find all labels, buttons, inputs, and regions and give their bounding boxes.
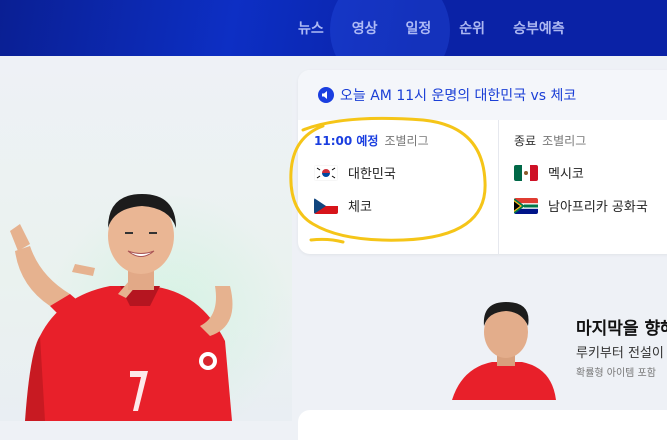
nav-item-prediction[interactable]: 승부예측: [513, 18, 565, 38]
notice-text: 오늘 AM 11시 운명의 대한민국 vs 체코: [340, 88, 577, 104]
mexico-flag-icon: [514, 164, 538, 181]
match-league: 조별리그: [542, 134, 587, 148]
promo-banner[interactable]: 마지막을 향해 루키부터 전설이 확률형 아이템 포함: [452, 296, 667, 400]
highlight-annotation: [289, 116, 487, 244]
nav-item-video[interactable]: 영상: [352, 18, 378, 38]
main-nav: 뉴스 영상 일정 순위 승부예측: [298, 0, 593, 56]
team-row: 멕시코: [514, 163, 648, 182]
promo-subtitle: 루키부터 전설이: [576, 346, 664, 361]
nav-item-news[interactable]: 뉴스: [298, 18, 324, 38]
team-name: 멕시코: [548, 167, 584, 182]
top-nav-bar: 뉴스 영상 일정 순위 승부예측: [0, 0, 667, 56]
player-image: [10, 194, 233, 421]
nav-item-schedule[interactable]: 일정: [406, 18, 432, 38]
bottom-card: [298, 410, 667, 440]
promo-player-image: [452, 302, 556, 400]
promo-title: 마지막을 향해: [576, 319, 667, 339]
speaker-icon: [318, 87, 334, 103]
match-item-mexico-southafrica[interactable]: 종료 조별리그 멕시코 남아프리카 공화국: [514, 132, 648, 215]
team-name: 남아프리카 공화국: [548, 200, 648, 215]
match-status: 종료: [514, 134, 537, 148]
promo-note: 확률형 아이템 포함: [576, 368, 656, 379]
south-africa-flag-icon: [514, 197, 538, 214]
team-row: 남아프리카 공화국: [514, 196, 648, 215]
match-divider: [498, 120, 499, 254]
hero-player-area: [0, 56, 292, 421]
nav-item-standings[interactable]: 순위: [459, 18, 485, 38]
